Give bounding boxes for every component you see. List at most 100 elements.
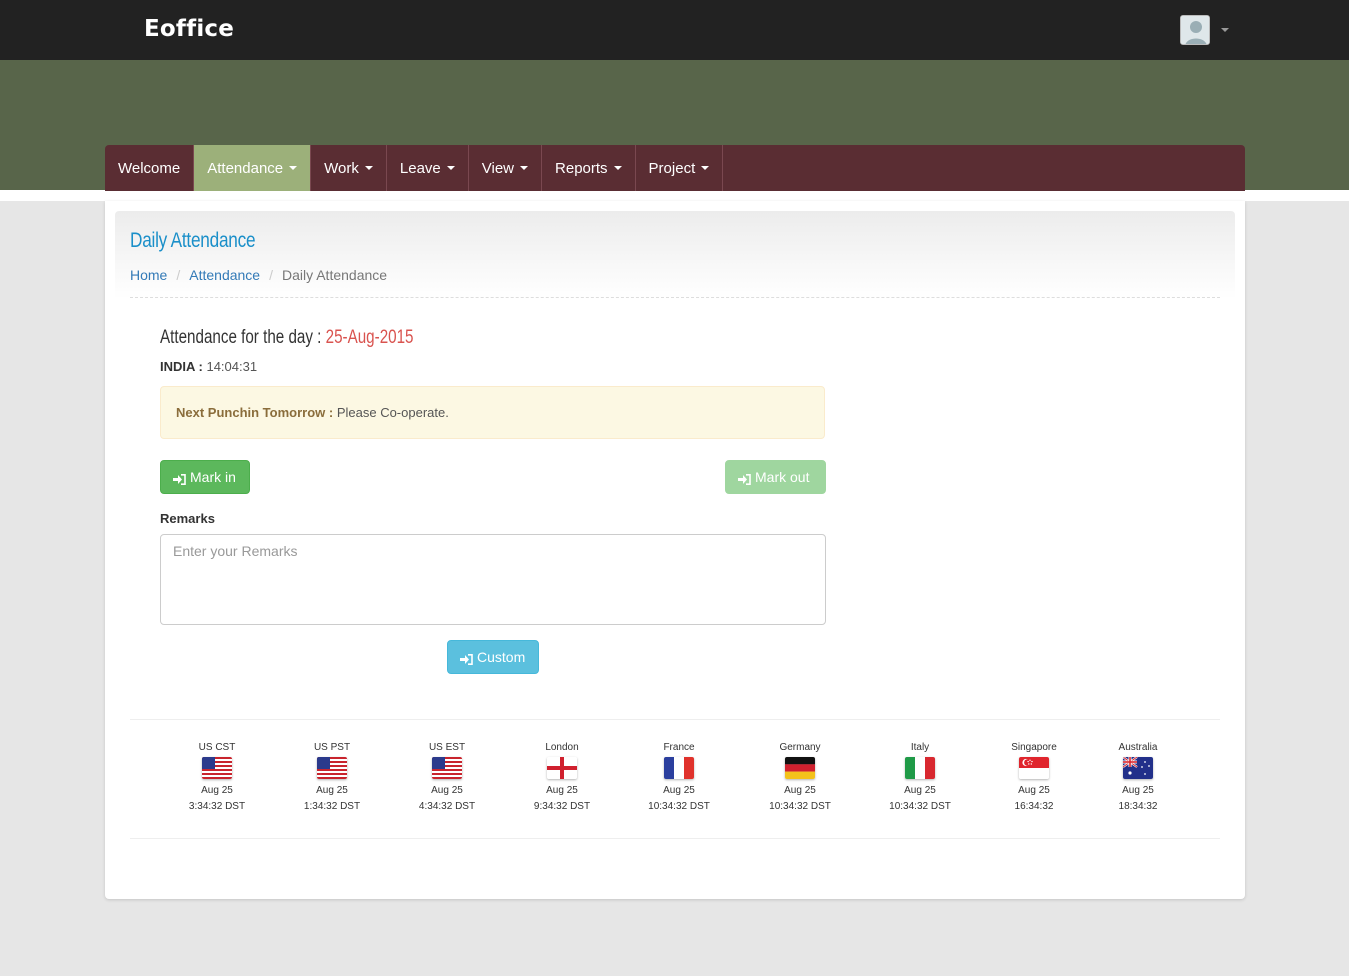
nav-item-leave[interactable]: Leave xyxy=(387,145,469,191)
alert-message: Please Co-operate. xyxy=(336,405,449,420)
chevron-down-icon xyxy=(701,166,710,170)
chevron-down-icon xyxy=(613,166,622,170)
breadcrumb: Home / Attendance / Daily Attendance xyxy=(130,267,387,283)
user-menu-chevron-down-icon[interactable] xyxy=(1221,28,1229,32)
mark-in-label: Mark in xyxy=(190,469,236,485)
content-panel: Daily Attendance Home / Attendance / Dai… xyxy=(105,201,1245,899)
france-flag-icon xyxy=(664,757,694,779)
breadcrumb-current: Daily Attendance xyxy=(281,267,388,283)
attendance-day-heading: Attendance for the day : 25-Aug-2015 xyxy=(160,327,414,349)
timezone-date: Aug 25 xyxy=(1122,785,1154,796)
nav-label: Project xyxy=(648,159,696,177)
timezone-name: Singapore xyxy=(1011,742,1057,753)
timezone-us-cst: US CST Aug 25 3:34:32 DST xyxy=(162,742,272,815)
breadcrumb-home[interactable]: Home xyxy=(130,267,167,283)
timezone-date: Aug 25 xyxy=(784,785,816,796)
timezone-name: Australia xyxy=(1118,742,1158,753)
timezone-name: US PST xyxy=(313,742,351,753)
us-flag-icon xyxy=(202,757,232,779)
breadcrumb-attendance[interactable]: Attendance xyxy=(189,267,260,283)
timezone-name: France xyxy=(663,742,695,753)
italy-flag-icon xyxy=(905,757,935,779)
main-nav: Welcome Attendance Work Leave View Repor… xyxy=(105,145,1245,191)
england-flag-icon xyxy=(547,757,577,779)
mark-in-button[interactable]: Mark in xyxy=(160,460,250,494)
timezone-time: 10:34:32 DST xyxy=(769,801,831,812)
timezone-time: 3:34:32 DST xyxy=(188,801,246,812)
timezone-singapore: Singapore Aug 25 16:34:32 xyxy=(979,742,1089,815)
day-date: 25-Aug-2015 xyxy=(325,327,414,348)
mark-out-button[interactable]: Mark out xyxy=(725,460,826,494)
chevron-down-icon xyxy=(446,166,455,170)
timezone-time: 4:34:32 DST xyxy=(418,801,476,812)
timezone-time: 18:34:32 xyxy=(1118,801,1158,812)
page-header: Daily Attendance Home / Attendance / Dai… xyxy=(115,211,1235,299)
remarks-label: Remarks xyxy=(160,511,215,526)
timezone-australia: Australia Aug 25 18:34:32 xyxy=(1083,742,1193,815)
germany-flag-icon xyxy=(785,757,815,779)
nav-label: Attendance xyxy=(207,159,284,177)
page-title: Daily Attendance xyxy=(130,229,256,252)
timezone-london: London Aug 25 9:34:32 DST xyxy=(507,742,617,815)
header-divider xyxy=(130,297,1220,298)
breadcrumb-separator: / xyxy=(176,267,181,283)
timezone-date: Aug 25 xyxy=(201,785,233,796)
timezones-divider xyxy=(130,838,1220,839)
sign-in-icon xyxy=(738,472,751,485)
breadcrumb-separator: / xyxy=(269,267,273,283)
timezone-time: 10:34:32 DST xyxy=(648,801,710,812)
timezone-name: US CST xyxy=(198,742,236,753)
nav-item-work[interactable]: Work xyxy=(311,145,387,191)
timezone-date: Aug 25 xyxy=(546,785,578,796)
timezone-time: 10:34:32 DST xyxy=(889,801,951,812)
mark-out-label: Mark out xyxy=(755,469,810,485)
australia-flag-icon xyxy=(1123,757,1153,779)
singapore-flag-icon xyxy=(1019,757,1049,779)
timezone-date: Aug 25 xyxy=(904,785,936,796)
timezone-date: Aug 25 xyxy=(1018,785,1050,796)
timezone-time: 16:34:32 xyxy=(1014,801,1054,812)
timezone-germany: Germany Aug 25 10:34:32 DST xyxy=(745,742,855,815)
india-time: 14:04:31 xyxy=(206,359,258,374)
nav-label: Work xyxy=(324,159,359,177)
brand-logo[interactable]: Eoffice xyxy=(144,16,234,42)
chevron-down-icon xyxy=(289,166,298,170)
chevron-down-icon xyxy=(520,166,529,170)
sign-in-icon xyxy=(460,652,473,665)
timezone-name: US EST xyxy=(428,742,466,753)
nav-label: Leave xyxy=(399,159,441,177)
user-avatar-icon[interactable] xyxy=(1180,15,1210,45)
chevron-down-icon xyxy=(364,166,373,170)
nav-item-reports[interactable]: Reports xyxy=(542,145,636,191)
custom-label: Custom xyxy=(477,649,526,665)
nav-item-welcome[interactable]: Welcome xyxy=(105,145,195,191)
us-flag-icon xyxy=(432,757,462,779)
remarks-input[interactable] xyxy=(160,534,826,625)
sign-in-icon xyxy=(173,472,186,485)
punchin-alert: Next Punchin Tomorrow : Please Co-operat… xyxy=(160,386,825,439)
timezone-date: Aug 25 xyxy=(663,785,695,796)
nav-item-project[interactable]: Project xyxy=(636,145,724,191)
day-label: Attendance for the day : xyxy=(160,327,326,348)
alert-title: Next Punchin Tomorrow : xyxy=(176,405,337,420)
timezone-name: London xyxy=(545,742,579,753)
india-clock: INDIA : 14:04:31 xyxy=(160,359,257,374)
timezone-time: 1:34:32 DST xyxy=(303,801,361,812)
timezone-date: Aug 25 xyxy=(431,785,463,796)
timezone-us-pst: US PST Aug 25 1:34:32 DST xyxy=(277,742,387,815)
india-label: INDIA : xyxy=(160,359,207,374)
nav-label: View xyxy=(481,159,515,177)
timezone-us-est: US EST Aug 25 4:34:32 DST xyxy=(392,742,502,815)
timezone-france: France Aug 25 10:34:32 DST xyxy=(624,742,734,815)
timezone-time: 9:34:32 DST xyxy=(533,801,591,812)
nav-label: Welcome xyxy=(118,159,181,177)
nav-label: Reports xyxy=(555,159,608,177)
nav-item-attendance[interactable]: Attendance xyxy=(194,145,312,191)
custom-button[interactable]: Custom xyxy=(447,640,539,674)
nav-item-view[interactable]: View xyxy=(469,145,543,191)
timezone-name: Italy xyxy=(910,742,930,753)
timezone-name: Germany xyxy=(779,742,821,753)
divider xyxy=(0,190,1349,201)
us-flag-icon xyxy=(317,757,347,779)
timezone-date: Aug 25 xyxy=(316,785,348,796)
